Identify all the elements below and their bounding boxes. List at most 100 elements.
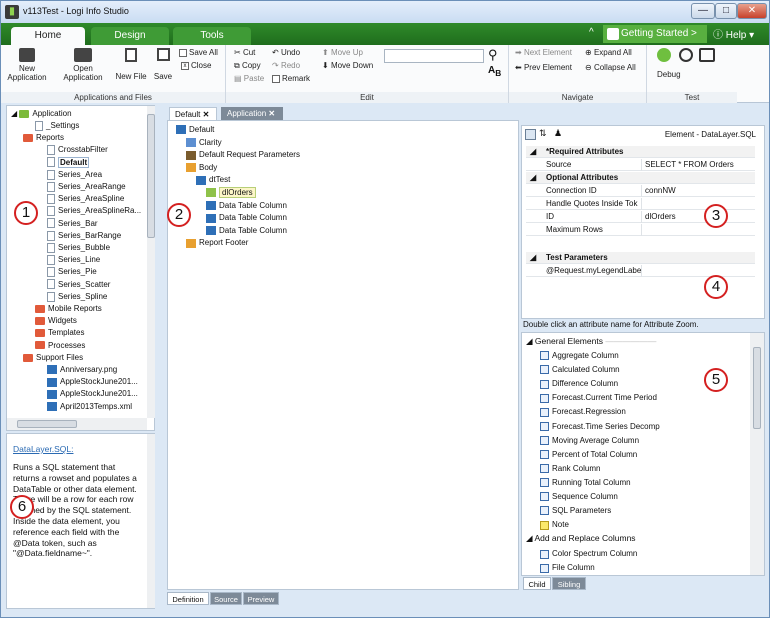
tree-item[interactable]: Templates xyxy=(35,327,84,339)
definition-node[interactable]: dtTest xyxy=(196,174,230,186)
move-down-button[interactable]: ⬇ Move Down xyxy=(322,61,373,70)
tree-item[interactable]: Series_Bar xyxy=(47,218,98,230)
tree-item[interactable]: Series_AreaRange xyxy=(47,181,126,193)
tree-item[interactable]: CrosstabFilter xyxy=(47,144,108,156)
getting-started-button[interactable]: Getting Started > xyxy=(603,25,707,43)
tab-tools[interactable]: Tools xyxy=(173,27,251,45)
definition-node[interactable]: Default xyxy=(176,124,214,136)
help-scrollbar[interactable] xyxy=(147,434,155,608)
element-item[interactable]: Percent of Total Column xyxy=(540,448,637,462)
tree-item[interactable]: Mobile Reports xyxy=(35,303,102,315)
paste-button[interactable]: ▤ Paste xyxy=(234,74,264,83)
tree-item[interactable]: April2013Temps.xml xyxy=(47,401,132,413)
definition-node[interactable]: Report Footer xyxy=(186,237,248,249)
tree-item[interactable]: Processes xyxy=(35,340,85,352)
attr-value[interactable]: dlOrders xyxy=(641,211,755,223)
tree-item[interactable]: Series_Line xyxy=(47,254,100,266)
tree-item[interactable]: _Settings xyxy=(35,120,79,132)
element-item[interactable]: Rank Column xyxy=(540,462,600,476)
element-item[interactable]: Calculated Column xyxy=(540,363,620,377)
element-item[interactable]: Note xyxy=(540,518,569,532)
search-icon[interactable]: ⚲ xyxy=(488,47,498,63)
tree-item[interactable]: Anniversary.png xyxy=(47,364,117,376)
definition-node[interactable]: Data Table Column xyxy=(206,200,287,212)
open-application-button[interactable]: Open Application xyxy=(61,48,105,82)
attr-value[interactable] xyxy=(641,224,755,236)
help-button[interactable]: ⓘ Help ▾ xyxy=(713,26,754,41)
help-element-link[interactable]: DataLayer.SQL: xyxy=(13,444,73,454)
maximize-button[interactable]: □ xyxy=(715,3,737,19)
tree-item[interactable]: Series_AreaSplineRa... xyxy=(47,205,141,217)
undo-button[interactable]: ↶ Undo xyxy=(272,48,300,57)
bug-icon[interactable] xyxy=(657,48,671,62)
close-file-button[interactable]: x Close xyxy=(181,61,211,70)
element-item[interactable]: Color Spectrum Column xyxy=(540,547,637,561)
attr-value[interactable]: SELECT * FROM Orders xyxy=(641,159,755,171)
element-item[interactable]: File Column xyxy=(540,561,595,575)
tab-definition[interactable]: Definition xyxy=(167,592,209,605)
new-file-button[interactable]: New File xyxy=(113,48,149,81)
remark-button[interactable]: Remark xyxy=(272,74,310,83)
close-tab-icon[interactable]: ✕ xyxy=(268,109,275,118)
close-window-button[interactable]: ✕ xyxy=(737,3,767,19)
tree-item[interactable]: Series_AreaSpline xyxy=(47,193,124,205)
tab-design[interactable]: Design xyxy=(91,27,169,45)
play-icon[interactable] xyxy=(699,48,715,62)
element-item[interactable]: Aggregate Column xyxy=(540,349,619,363)
tree-horizontal-scrollbar[interactable] xyxy=(7,418,147,430)
expand-all-button[interactable]: ⊕ Expand All xyxy=(585,48,632,57)
tree-item[interactable]: Series_Area xyxy=(47,169,102,181)
minimize-button[interactable]: — xyxy=(691,3,715,19)
attr-value[interactable]: connNW xyxy=(641,185,755,197)
test-section-header[interactable]: ◢ Test Parameters xyxy=(526,252,755,264)
tree-item[interactable]: Series_BarRange xyxy=(47,230,121,242)
tree-item[interactable]: Series_Scatter xyxy=(47,279,110,291)
element-item[interactable]: Running Total Column xyxy=(540,476,631,490)
tree-item[interactable]: AppleStockJune201... xyxy=(47,376,138,388)
element-item[interactable]: Forecast.Regression xyxy=(540,405,626,419)
element-item[interactable]: Moving Average Column xyxy=(540,434,639,448)
attr-value[interactable] xyxy=(641,198,755,210)
copy-button[interactable]: ⧉ Copy xyxy=(234,61,261,71)
next-element-button[interactable]: ➡ Next Element xyxy=(515,48,572,57)
collapse-all-button[interactable]: ⊖ Collapse All xyxy=(585,63,636,72)
test-param-value[interactable] xyxy=(641,265,755,277)
definition-node[interactable]: Default Request Parameters xyxy=(186,149,300,161)
add-replace-header[interactable]: ◢ Add and Replace Columns xyxy=(526,533,636,544)
tab-sibling[interactable]: Sibling xyxy=(552,577,586,590)
tree-item[interactable]: Default xyxy=(47,156,90,169)
tree-hscroll-thumb[interactable] xyxy=(17,420,77,428)
definition-node[interactable]: dlOrders xyxy=(206,187,256,199)
debug-button[interactable]: Debug xyxy=(657,70,681,79)
close-tab-icon[interactable]: ✕ xyxy=(203,110,210,119)
collapse-ribbon-icon[interactable]: ^ xyxy=(589,27,594,38)
cut-button[interactable]: ✂ Cut xyxy=(234,48,255,57)
prev-element-button[interactable]: ⬅ Prev Element xyxy=(515,63,572,72)
sort-alpha-icon[interactable]: ⇅ xyxy=(539,128,547,139)
tree-item[interactable]: AppleStockJune201... xyxy=(47,388,138,400)
tree-item[interactable]: Support Files xyxy=(23,352,83,364)
definition-node[interactable]: Data Table Column xyxy=(206,212,287,224)
new-application-button[interactable]: New Application xyxy=(5,48,49,82)
save-all-button[interactable]: Save All xyxy=(179,48,218,57)
move-up-button[interactable]: ⬆ Move Up xyxy=(322,48,363,57)
required-section-header[interactable]: ◢ *Required Attributes xyxy=(526,146,755,158)
tab-preview[interactable]: Preview xyxy=(243,592,279,605)
tree-item[interactable]: Series_Bubble xyxy=(47,242,110,254)
attr-row-connection-id[interactable]: Connection ID connNW xyxy=(526,185,755,197)
tree-root-application[interactable]: ◢ Application xyxy=(11,108,72,120)
find-replace-icon[interactable]: AB xyxy=(488,65,501,78)
definition-node[interactable]: Clarity xyxy=(186,137,222,149)
element-item[interactable]: Forecast.Current Time Period xyxy=(540,391,657,405)
tree-item[interactable]: Series_Spline xyxy=(47,291,107,303)
tree-item[interactable]: Widgets xyxy=(35,315,77,327)
search-input[interactable] xyxy=(384,49,484,63)
optional-section-header[interactable]: ◢ Optional Attributes xyxy=(526,172,755,184)
tab-source[interactable]: Source xyxy=(210,592,242,605)
general-elements-header[interactable]: ◢ General Elements —————— xyxy=(526,336,656,347)
element-item[interactable]: Difference Column xyxy=(540,377,618,391)
tree-scroll-thumb[interactable] xyxy=(147,114,155,238)
element-item[interactable]: SQL Parameters xyxy=(540,504,611,518)
definition-node[interactable]: Data Table Column xyxy=(206,225,287,237)
elements-scroll-thumb[interactable] xyxy=(753,347,761,429)
